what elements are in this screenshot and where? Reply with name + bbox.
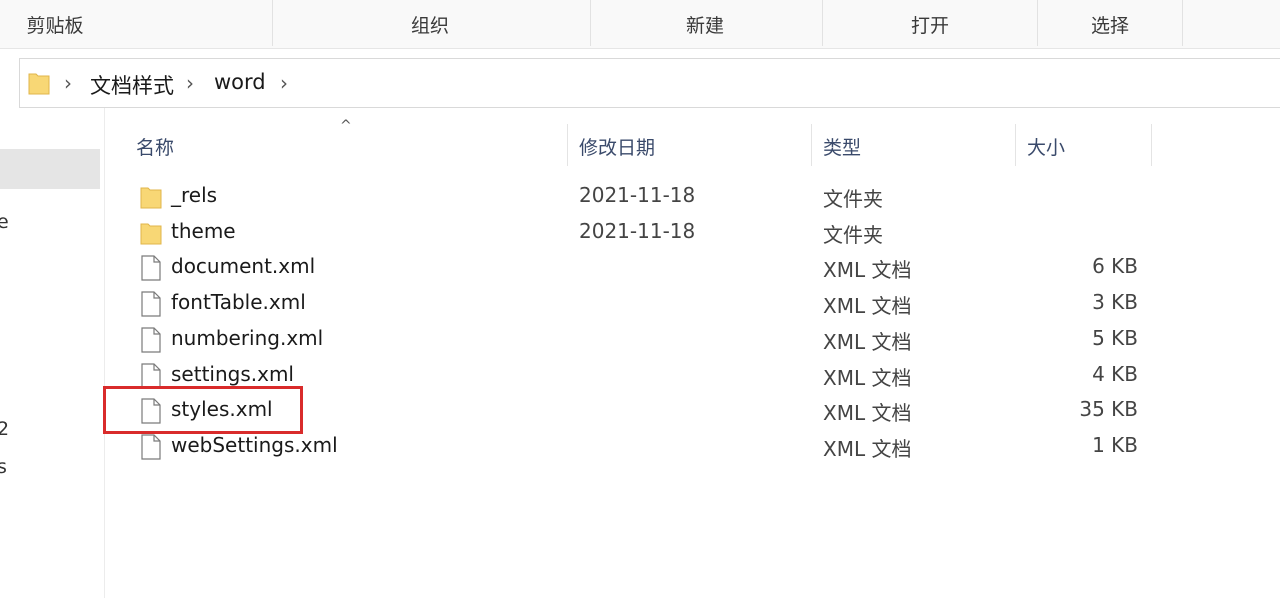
navigation-pane[interactable]: e 2 s (0, 108, 105, 598)
nav-item-label[interactable]: s (0, 456, 7, 478)
breadcrumb-item[interactable]: word (214, 70, 266, 94)
file-name: theme (171, 218, 236, 243)
file-type: XML 文档 (823, 294, 912, 319)
column-header-size[interactable]: 大小 (1027, 133, 1065, 160)
file-type: 文件夹 (823, 222, 883, 247)
nav-item-label[interactable]: 2 (0, 418, 9, 440)
file-name: document.xml (171, 254, 316, 279)
file-size: 4 KB (1092, 361, 1138, 386)
file-name: settings.xml (171, 361, 294, 386)
file-type: XML 文档 (823, 329, 912, 354)
ribbon-group-clipboard[interactable]: 剪贴板 (0, 0, 110, 48)
chevron-right-icon[interactable]: › (64, 71, 72, 95)
file-type: XML 文档 (823, 365, 912, 390)
file-size: 35 KB (1079, 397, 1138, 422)
address-bar[interactable]: › 文档样式 › word › (19, 58, 1280, 108)
column-divider[interactable] (567, 124, 568, 166)
file-size: 6 KB (1092, 254, 1138, 279)
chevron-right-icon[interactable]: › (280, 71, 288, 95)
column-divider[interactable] (1015, 124, 1016, 166)
ribbon-group-new[interactable]: 新建 (615, 0, 795, 48)
file-type: XML 文档 (823, 436, 912, 461)
ribbon-divider (272, 0, 273, 46)
ribbon-divider (590, 0, 591, 46)
file-name: numbering.xml (171, 325, 324, 350)
file-date: 2021-11-18 (579, 183, 696, 207)
ribbon-group-organize[interactable]: 组织 (340, 0, 520, 48)
column-header-type[interactable]: 类型 (823, 133, 861, 160)
column-divider[interactable] (1151, 124, 1152, 166)
chevron-right-icon[interactable]: › (186, 71, 194, 95)
file-row[interactable]: document.xml XML 文档 6 KB (130, 249, 1150, 285)
sort-ascending-icon: ^ (340, 118, 352, 134)
file-date: 2021-11-18 (579, 218, 696, 243)
ribbon: 剪贴板 组织 新建 打开 选择 (0, 0, 1280, 49)
file-size: 3 KB (1092, 290, 1138, 315)
highlight-box (103, 386, 303, 434)
ribbon-divider (1182, 0, 1183, 46)
file-icon (140, 291, 162, 321)
file-type: 文件夹 (823, 187, 883, 211)
folder-icon (28, 73, 50, 95)
ribbon-group-select[interactable]: 选择 (1040, 0, 1180, 48)
ribbon-divider (1037, 0, 1038, 46)
file-size: 1 KB (1092, 432, 1138, 457)
nav-item-label[interactable]: e (0, 211, 9, 233)
file-icon (140, 255, 162, 285)
column-header-name[interactable]: 名称 (136, 133, 174, 160)
file-row[interactable]: numbering.xml XML 文档 5 KB (130, 321, 1150, 357)
column-header-date[interactable]: 修改日期 (579, 133, 655, 160)
file-type: XML 文档 (823, 258, 912, 283)
file-row[interactable]: fontTable.xml XML 文档 3 KB (130, 285, 1150, 321)
nav-item-selected[interactable] (0, 149, 100, 189)
file-icon (140, 434, 162, 464)
file-name: fontTable.xml (171, 290, 306, 315)
breadcrumb-item[interactable]: 文档样式 (90, 70, 174, 100)
ribbon-divider (822, 0, 823, 46)
file-name: webSettings.xml (171, 432, 338, 457)
folder-icon (140, 220, 162, 249)
ribbon-group-open[interactable]: 打开 (840, 0, 1020, 48)
column-divider[interactable] (811, 124, 812, 166)
file-row[interactable]: _rels 2021-11-18 文件夹 (130, 178, 1150, 214)
file-icon (140, 327, 162, 357)
file-row[interactable]: theme 2021-11-18 文件夹 (130, 214, 1150, 250)
file-size: 5 KB (1092, 325, 1138, 350)
file-name: _rels (171, 183, 218, 207)
file-type: XML 文档 (823, 401, 912, 426)
folder-icon (140, 184, 162, 213)
